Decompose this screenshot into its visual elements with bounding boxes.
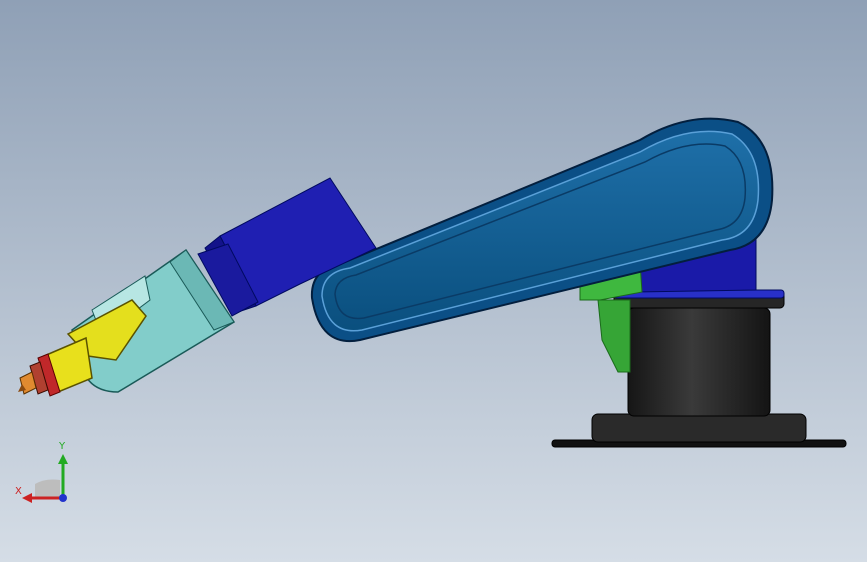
model-canvas[interactable] (0, 0, 867, 562)
x-axis-arrow (22, 493, 32, 503)
triad-x-label: X (15, 486, 22, 497)
triad-plane-shade (35, 479, 60, 498)
z-axis-dot (59, 494, 67, 502)
triad-graphic (22, 454, 68, 503)
triad-y-label: Y (59, 441, 66, 452)
base-cylinder (627, 307, 771, 417)
orientation-triad: Y X (10, 440, 80, 510)
graphics-viewport[interactable]: Y X (0, 0, 867, 562)
y-axis-arrow (58, 454, 68, 464)
base-flange (591, 413, 807, 443)
